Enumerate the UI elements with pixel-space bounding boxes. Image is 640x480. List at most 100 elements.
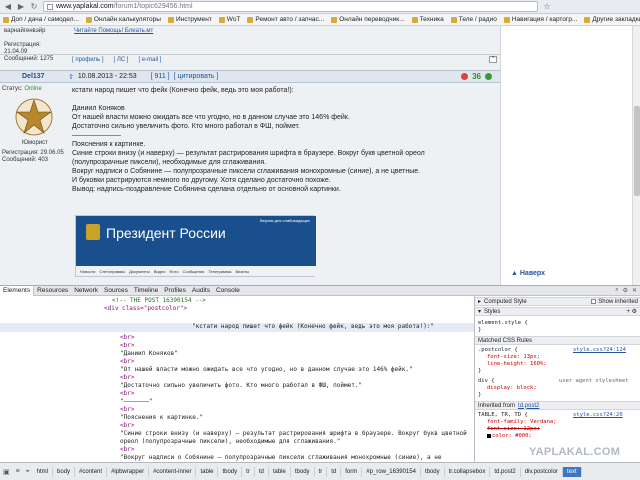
inspect-icon[interactable]: ⌖: [23, 468, 33, 476]
dom-text[interactable]: "———————": [0, 398, 474, 406]
dom-br[interactable]: <br>: [0, 334, 474, 342]
page-scrollbar[interactable]: [632, 26, 640, 285]
dom-br[interactable]: <br>: [0, 422, 474, 430]
bookmark-item[interactable]: Онлайн переводчик...: [331, 16, 405, 23]
devtools-tab-network[interactable]: Network: [71, 287, 101, 294]
rule-table-prop1[interactable]: font-family: Verdana;: [487, 419, 557, 425]
dom-br[interactable]: <br>: [0, 342, 474, 350]
dom-text[interactable]: "Пояснения к картинке.": [0, 414, 474, 422]
breadcrumb-item[interactable]: div.postcolor: [521, 466, 563, 477]
breadcrumb-item[interactable]: table: [196, 466, 219, 477]
breadcrumb-item[interactable]: td.post2: [490, 466, 521, 477]
breadcrumb-item[interactable]: td: [327, 466, 342, 477]
dom-br[interactable]: <br>: [0, 406, 474, 414]
breadcrumb-item[interactable]: tr: [242, 466, 255, 477]
breadcrumb-item[interactable]: table: [269, 466, 291, 477]
scroll-top-button[interactable]: ^: [489, 56, 497, 63]
devtools-tab-audits[interactable]: Audits: [189, 287, 213, 294]
address-bar[interactable]: www.yaplakal.com/forum1/topic629456.html: [43, 1, 538, 12]
breadcrumb-item[interactable]: #ipbwrapper: [107, 466, 150, 477]
dom-text[interactable]: ореол (полупрозрачные пиксели), необходи…: [0, 438, 474, 446]
dom-selected-text[interactable]: "кстати народ пишет что фейк (Конечно фе…: [0, 323, 474, 332]
help-link[interactable]: Читайте Помощь! Блеать.мт: [74, 28, 153, 34]
devtools-tab-console[interactable]: Console: [213, 287, 243, 294]
devtools-tab-resources[interactable]: Resources: [34, 287, 71, 294]
pm-link[interactable]: [ ЛС ]: [114, 57, 129, 63]
dom-text[interactable]: "Достаточно сильно увеличить фото. Кто м…: [0, 382, 474, 390]
devtools-tab-sources[interactable]: Sources: [101, 287, 131, 294]
gear-icon[interactable]: ⚙: [623, 287, 628, 294]
post-link-icon[interactable]: ⇧: [68, 73, 74, 81]
element-style-rule[interactable]: element.style {: [478, 320, 528, 326]
bookmark-item[interactable]: WoT: [218, 16, 240, 23]
breadcrumb-item[interactable]: #content-inner: [149, 466, 197, 477]
rule-table-prop3[interactable]: color: #000;: [487, 433, 532, 439]
close-icon[interactable]: ✕: [632, 287, 637, 294]
breadcrumb-item[interactable]: tbody: [218, 466, 243, 477]
dom-br[interactable]: <br>: [0, 374, 474, 382]
styles-header[interactable]: ▾ Styles + ⚙: [475, 307, 640, 316]
add-rule-icon[interactable]: + ⚙: [626, 308, 637, 315]
post-image[interactable]: Версия для слабовидящих Президент России…: [75, 215, 316, 277]
bookmark-item[interactable]: Навигация / картогр...: [503, 16, 577, 23]
bookmark-item[interactable]: Инструмент: [167, 16, 212, 23]
bookmark-item[interactable]: Другие закладки: [584, 16, 640, 23]
devtools-tab-profiles[interactable]: Profiles: [161, 287, 189, 294]
elements-panel[interactable]: <!-- THE POST 16390154 --> <div class="p…: [0, 296, 474, 462]
dom-text[interactable]: "Синие строки внизу (и наверху) — резуль…: [0, 430, 474, 438]
search-icon[interactable]: ⌕: [615, 287, 618, 294]
inherited-link[interactable]: td.post2: [518, 403, 539, 409]
back-icon[interactable]: ◀: [4, 2, 12, 11]
console-toggle-icon[interactable]: ≡: [13, 468, 23, 475]
breadcrumb-item[interactable]: form: [341, 466, 363, 477]
dom-br[interactable]: <br>: [0, 446, 474, 454]
forward-icon[interactable]: ▶: [17, 2, 25, 11]
avatar[interactable]: [14, 96, 54, 138]
rule-postcolor-prop1[interactable]: font-size: 13px;: [487, 354, 540, 360]
rule-table-prop2[interactable]: font-size: 12px;: [487, 426, 540, 432]
breadcrumb-item[interactable]: tbody: [421, 466, 445, 477]
devtools-tab-timeline[interactable]: Timeline: [131, 287, 161, 294]
bookmark-item[interactable]: Ремонт авто / запчас...: [247, 16, 324, 23]
rule-table-selector[interactable]: TABLE, TR, TD {: [478, 412, 528, 418]
star-icon[interactable]: ☆: [543, 2, 551, 11]
post-author[interactable]: Del137: [0, 73, 68, 80]
bookmark-item[interactable]: Теле / радио: [450, 16, 497, 23]
breadcrumb-item[interactable]: #p_row_16390154: [362, 466, 421, 477]
breadcrumb-item[interactable]: html: [33, 466, 54, 477]
bookmark-item[interactable]: Онлайн калькуляторы: [85, 16, 161, 23]
devtools-tab-elements[interactable]: Elements: [0, 285, 35, 296]
bookmark-item[interactable]: Доп / дача / самодел...: [3, 16, 79, 23]
post-number[interactable]: [ 911 ]: [151, 73, 170, 80]
rule-postcolor-prop2[interactable]: line-height: 160%;: [487, 361, 547, 367]
breadcrumb-item[interactable]: tr.collapsebox: [445, 466, 491, 477]
reload-icon[interactable]: ↻: [30, 2, 38, 11]
bookmark-item[interactable]: Техника: [411, 16, 444, 23]
breadcrumb-item[interactable]: tr: [315, 466, 328, 477]
scrollbar-thumb[interactable]: [634, 106, 640, 196]
show-inherited-checkbox[interactable]: [591, 299, 597, 304]
rule-div-selector[interactable]: div {: [478, 378, 495, 384]
profile-link[interactable]: [ профиль ]: [72, 57, 104, 63]
computed-style-header[interactable]: ▸ Computed Style Show inherited: [475, 297, 640, 306]
dom-text[interactable]: "Вокруг надписи о Собянине — полупрозрач…: [0, 454, 474, 462]
breadcrumb-item[interactable]: text: [562, 466, 582, 477]
dom-text[interactable]: "От нашей власти можно ожидать все что у…: [0, 366, 474, 374]
vote-down-icon[interactable]: [461, 73, 469, 80]
rule-postcolor-link[interactable]: style.css?24:124: [573, 347, 626, 353]
dock-icon[interactable]: ▣: [0, 468, 13, 476]
quote-link[interactable]: [ цитировать ]: [174, 73, 219, 80]
dom-text[interactable]: "Даниил Коняков": [0, 350, 474, 358]
breadcrumb-item[interactable]: td: [255, 466, 269, 477]
vote-up-icon[interactable]: [485, 73, 492, 80]
rule-postcolor-selector[interactable]: .postcolor {: [478, 347, 518, 353]
breadcrumb-item[interactable]: tbody: [291, 466, 315, 477]
rule-div-prop1[interactable]: display: block;: [487, 385, 537, 391]
rule-table-source[interactable]: style.css?24:20: [573, 412, 623, 418]
to-top-link[interactable]: ▲ Наверх: [511, 270, 545, 277]
color-swatch-icon[interactable]: [487, 433, 491, 438]
dom-br[interactable]: <br>: [0, 390, 474, 398]
breadcrumb-item[interactable]: body: [53, 466, 76, 477]
email-link[interactable]: [ e-mail ]: [138, 57, 161, 63]
rule-table-link[interactable]: style.css?24:20: [573, 412, 623, 418]
